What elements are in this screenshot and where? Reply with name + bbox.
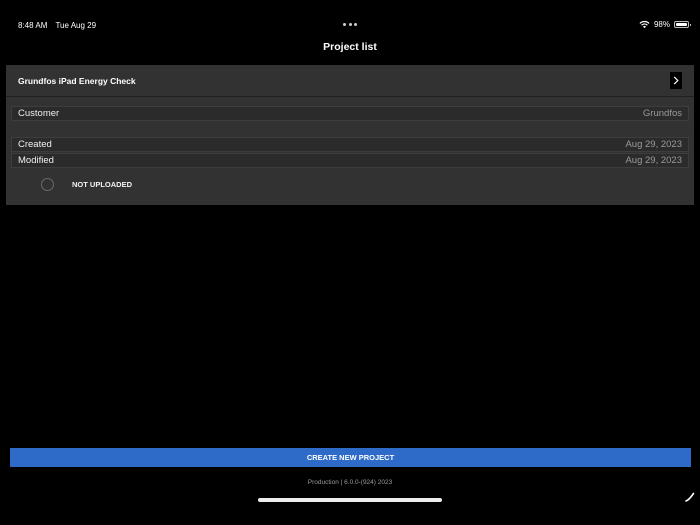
pencil-icon[interactable] [685, 492, 695, 502]
modified-row: Modified Aug 29, 2023 [11, 153, 689, 168]
upload-status-circle-icon [41, 177, 54, 191]
chevron-right-icon [673, 76, 679, 85]
upload-status-label: NOT UPLOADED [72, 179, 132, 189]
create-new-project-button[interactable]: CREATE NEW PROJECT [10, 448, 691, 467]
project-name: Grundfos iPad Energy Check [18, 76, 136, 86]
project-card[interactable]: Grundfos iPad Energy Check Customer Grun… [6, 65, 694, 205]
modified-value: Aug 29, 2023 [625, 155, 682, 166]
multitasking-dots-icon[interactable] [343, 23, 357, 27]
home-indicator[interactable] [258, 498, 442, 502]
version-label: Production | 6.0.0-(924) 2023 [307, 479, 393, 486]
battery-percent: 98% [653, 20, 670, 29]
modified-label: Modified [18, 155, 54, 166]
page-title: Project list [323, 41, 377, 53]
customer-value: Grundfos [642, 108, 682, 119]
status-time: 8:48 AM [18, 21, 48, 30]
open-project-button[interactable] [670, 72, 682, 89]
project-card-header[interactable]: Grundfos iPad Energy Check [6, 65, 694, 97]
upload-status: NOT UPLOADED [41, 177, 132, 191]
wifi-icon [639, 20, 650, 29]
created-value: Aug 29, 2023 [625, 139, 682, 150]
project-list-screen: 8:48 AM Tue Aug 29 98% Project list Grun… [0, 0, 700, 525]
status-bar-indicators: 98% [639, 20, 691, 29]
customer-label: Customer [18, 108, 60, 119]
battery-icon [674, 21, 691, 28]
customer-row: Customer Grundfos [11, 106, 689, 121]
created-row: Created Aug 29, 2023 [11, 137, 689, 152]
status-bar-time: 8:48 AM Tue Aug 29 [18, 21, 102, 30]
status-date: Tue Aug 29 [55, 21, 97, 30]
created-label: Created [18, 139, 52, 150]
